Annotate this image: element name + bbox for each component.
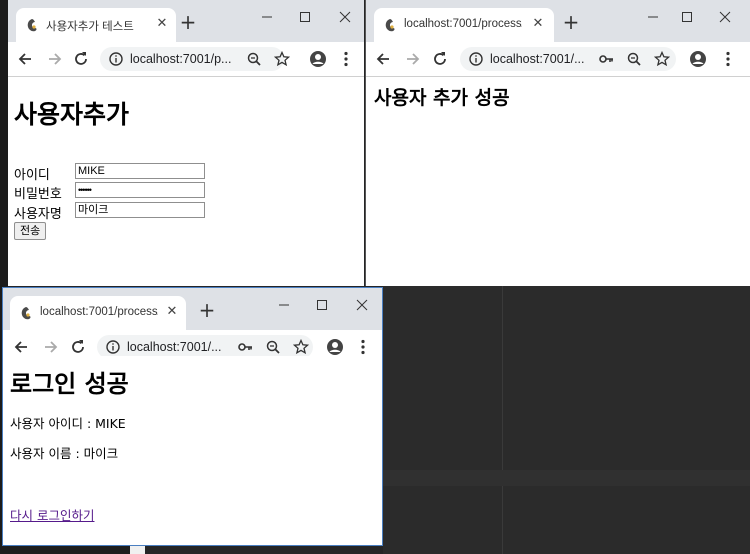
maximize-icon[interactable] (294, 8, 316, 26)
new-tab-icon[interactable]: + (561, 12, 581, 32)
menu-icon[interactable] (336, 49, 356, 69)
reload-icon[interactable] (71, 49, 91, 69)
page-title: 로그인 성공 (10, 370, 129, 398)
new-tab-icon[interactable]: + (178, 12, 198, 32)
tab-title: localhost:7001/process/lo (40, 306, 158, 318)
minimize-icon[interactable] (642, 8, 664, 26)
relogin-link[interactable]: 다시 로그인하기 (10, 505, 94, 524)
page-content: 로그인 성공 사용자 아이디 : MIKE 사용자 이름 : 마이크 다시 로그… (3, 356, 382, 545)
menu-icon[interactable] (353, 337, 373, 357)
star-icon[interactable] (274, 51, 290, 67)
form-row-id: 아이디 MIKE (14, 163, 205, 183)
back-icon[interactable] (16, 49, 36, 69)
back-icon[interactable] (374, 49, 394, 69)
favicon-icon (21, 307, 31, 320)
username-input[interactable]: 마이크 (75, 202, 205, 218)
minimize-icon[interactable] (273, 296, 295, 314)
maximize-icon[interactable] (676, 8, 698, 26)
forward-icon[interactable] (402, 49, 422, 69)
address-bar[interactable]: localhost:7001/... (460, 47, 676, 71)
tab-login-success[interactable]: localhost:7001/process/lo ✕ (10, 296, 186, 330)
url-text: localhost:7001/... (490, 52, 585, 66)
user-id-text: 사용자 아이디 : MIKE (10, 416, 126, 431)
star-icon[interactable] (293, 339, 309, 355)
form-row-username: 사용자명 마이크 (14, 202, 205, 222)
password-input[interactable]: •••••• (75, 182, 205, 198)
user-name-text: 사용자 이름 : 마이크 (10, 446, 119, 461)
page-title: 사용자 추가 성공 (374, 87, 510, 109)
account-icon[interactable] (325, 337, 345, 357)
page-content: 사용자 추가 성공 (366, 77, 750, 286)
page-title: 사용자추가 (14, 100, 130, 129)
browser-window-add-user: 사용자추가 테스트 ✕ + localhost:7001/p... 사용자추가 … (8, 0, 364, 286)
tab-add-user[interactable]: 사용자추가 테스트 ✕ (16, 8, 176, 42)
browser-window-add-success: localhost:7001/process/a ✕ + localhost:7… (365, 0, 750, 286)
page-content: 사용자추가 아이디 MIKE 비밀번호 •••••• 사용자명 마이크 전송 (8, 77, 364, 286)
url-text: localhost:7001/... (127, 340, 222, 354)
password-label: 비밀번호 (14, 187, 62, 202)
browser-toolbar: localhost:7001/... (366, 42, 750, 77)
desktop-panel (383, 286, 750, 554)
forward-icon[interactable] (40, 337, 60, 357)
username-label: 사용자명 (14, 207, 62, 222)
window-close-icon[interactable] (351, 296, 373, 314)
tab-title: 사용자추가 테스트 (46, 21, 134, 33)
minimize-icon[interactable] (256, 8, 278, 26)
star-icon[interactable] (654, 51, 670, 67)
info-icon[interactable] (105, 339, 121, 355)
account-icon[interactable] (688, 49, 708, 69)
key-icon[interactable] (598, 51, 614, 67)
tab-strip: 사용자추가 테스트 ✕ + (8, 0, 364, 42)
account-icon[interactable] (308, 49, 328, 69)
tab-strip: localhost:7001/process/a ✕ + (366, 0, 750, 42)
browser-toolbar: localhost:7001/p... (8, 42, 364, 77)
desktop-band (383, 470, 750, 486)
info-icon[interactable] (108, 51, 124, 67)
url-text: localhost:7001/p... (130, 52, 232, 66)
info-icon[interactable] (468, 51, 484, 67)
back-icon[interactable] (12, 337, 32, 357)
id-label: 아이디 (14, 168, 50, 183)
form-row-password: 비밀번호 •••••• (14, 182, 205, 202)
tab-add-success[interactable]: localhost:7001/process/a ✕ (374, 8, 554, 42)
favicon-icon (27, 19, 37, 32)
address-bar[interactable]: localhost:7001/p... (100, 47, 290, 71)
reload-icon[interactable] (430, 49, 450, 69)
window-close-icon[interactable] (334, 8, 356, 26)
id-input[interactable]: MIKE (75, 163, 205, 179)
close-icon[interactable]: ✕ (164, 304, 180, 320)
new-tab-icon[interactable]: + (197, 300, 217, 320)
maximize-icon[interactable] (311, 296, 333, 314)
close-icon[interactable]: ✕ (530, 16, 546, 32)
submit-button[interactable]: 전송 (14, 222, 47, 240)
key-icon[interactable] (237, 339, 253, 355)
tab-title: localhost:7001/process/a (404, 18, 522, 30)
menu-icon[interactable] (718, 49, 738, 69)
zoom-icon[interactable] (265, 339, 281, 355)
desktop-bottom (0, 545, 145, 554)
zoom-icon[interactable] (246, 51, 262, 67)
desktop-divider (502, 286, 503, 554)
desktop-bottom-strip (130, 545, 145, 554)
reload-icon[interactable] (68, 337, 88, 357)
favicon-icon (385, 19, 395, 32)
tab-strip: localhost:7001/process/lo ✕ + (3, 288, 382, 330)
browser-window-login-success: localhost:7001/process/lo ✕ + localhost:… (2, 287, 383, 546)
forward-icon[interactable] (44, 49, 64, 69)
zoom-icon[interactable] (626, 51, 642, 67)
window-close-icon[interactable] (714, 8, 736, 26)
close-icon[interactable]: ✕ (154, 16, 170, 32)
